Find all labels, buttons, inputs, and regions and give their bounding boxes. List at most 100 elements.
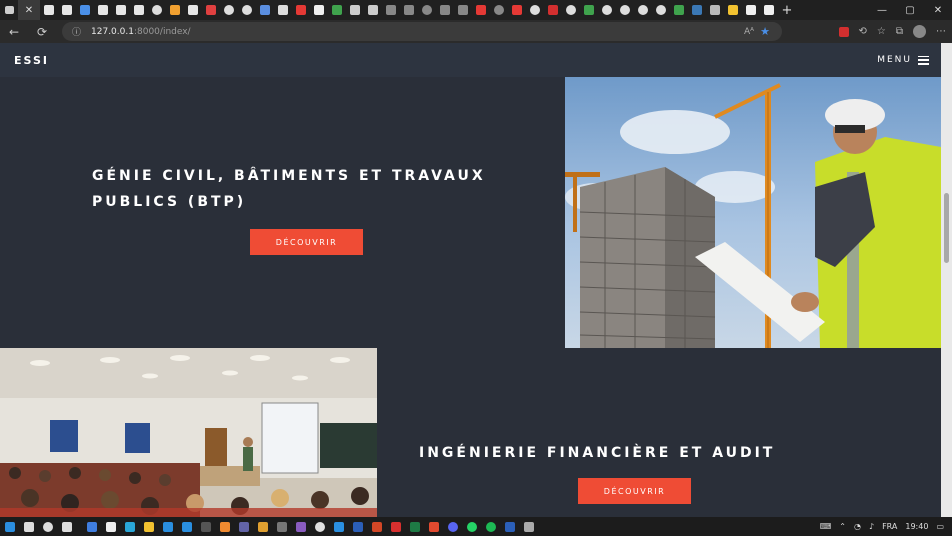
minimize-button[interactable]: — [868, 0, 896, 20]
powerpoint-icon[interactable] [367, 517, 386, 536]
search-icon[interactable] [220, 0, 238, 20]
more-options-icon[interactable]: ⋯ [936, 26, 946, 37]
profile-avatar-icon[interactable] [913, 25, 926, 38]
search-icon[interactable] [148, 0, 166, 20]
chevron-up-icon[interactable]: ⌃ [839, 522, 846, 531]
maximize-button[interactable]: ▢ [896, 0, 924, 20]
windows-start-icon[interactable] [0, 517, 19, 536]
python-icon[interactable] [688, 0, 706, 20]
vscode-icon[interactable] [158, 517, 177, 536]
teams-icon[interactable] [234, 517, 253, 536]
store-icon[interactable] [329, 517, 348, 536]
acrobat-icon[interactable] [386, 517, 405, 536]
python-icon[interactable] [724, 0, 742, 20]
search-icon[interactable] [634, 0, 652, 20]
scrollbar-thumb[interactable] [944, 193, 949, 263]
file-explorer-icon[interactable] [139, 517, 158, 536]
leaf-icon[interactable] [328, 0, 346, 20]
whatsapp-icon[interactable] [462, 517, 481, 536]
task-view-icon[interactable] [57, 517, 76, 536]
menu-button[interactable]: MENU [877, 55, 929, 65]
youtube-icon[interactable] [472, 0, 490, 20]
flame-icon[interactable] [166, 0, 184, 20]
app-icon[interactable] [272, 517, 291, 536]
new-tab-button[interactable]: + [778, 0, 796, 20]
search-icon[interactable] [652, 0, 670, 20]
page-icon[interactable] [184, 0, 202, 20]
collections-icon[interactable]: ⧉ [896, 26, 903, 37]
network-icon[interactable]: ◔ [854, 522, 861, 531]
leaf-icon[interactable] [580, 0, 598, 20]
visual-studio-icon[interactable] [291, 517, 310, 536]
active-tab[interactable]: ✕ [18, 0, 40, 20]
page-icon[interactable] [40, 0, 58, 20]
chrome-icon[interactable] [310, 517, 329, 536]
remote-desktop-icon[interactable] [519, 517, 538, 536]
globe-icon[interactable] [418, 0, 436, 20]
search-icon[interactable] [526, 0, 544, 20]
notifications-icon[interactable]: ▭ [936, 522, 944, 531]
close-tab-icon[interactable]: ✕ [25, 5, 33, 16]
clock[interactable]: 19:40 [905, 522, 928, 531]
page-icon[interactable] [346, 0, 364, 20]
close-window-button[interactable]: ✕ [924, 0, 952, 20]
read-aloud-icon[interactable]: Aᴬ [744, 27, 754, 37]
back-button[interactable]: ← [0, 20, 28, 43]
spotify-icon[interactable] [481, 517, 500, 536]
search-icon[interactable] [238, 0, 256, 20]
search-icon[interactable] [598, 0, 616, 20]
slack-icon[interactable] [253, 517, 272, 536]
leaf-icon[interactable] [670, 0, 688, 20]
mail-icon[interactable] [177, 517, 196, 536]
brand-logo[interactable]: ESSI [14, 54, 49, 67]
youtube-icon[interactable] [292, 0, 310, 20]
page-icon[interactable] [58, 0, 76, 20]
site-info-icon[interactable]: ⓘ [72, 25, 81, 38]
page-icon[interactable] [400, 0, 418, 20]
volume-icon[interactable]: ♪ [869, 522, 874, 531]
speaker-icon[interactable] [274, 0, 292, 20]
word-icon[interactable] [310, 0, 328, 20]
extension-icon[interactable] [838, 26, 849, 37]
extensions-icon[interactable]: ⟲ [859, 26, 867, 37]
translate-icon[interactable] [256, 0, 274, 20]
edge-icon[interactable] [120, 517, 139, 536]
medium-icon[interactable] [742, 0, 760, 20]
search-icon[interactable] [19, 517, 38, 536]
language-indicator[interactable]: FRA [882, 522, 897, 531]
refresh-button[interactable]: ⟳ [28, 20, 56, 43]
word-icon[interactable] [348, 517, 367, 536]
terminal-icon[interactable] [196, 517, 215, 536]
discord-icon[interactable] [443, 517, 462, 536]
favorite-star-icon[interactable]: ★ [760, 25, 770, 38]
page-icon[interactable] [94, 0, 112, 20]
medium-icon[interactable] [760, 0, 778, 20]
cortana-icon[interactable] [38, 517, 57, 536]
globe-icon[interactable] [490, 0, 508, 20]
page-icon[interactable] [112, 0, 130, 20]
page-icon[interactable] [436, 0, 454, 20]
page-icon[interactable] [454, 0, 472, 20]
shield-icon[interactable] [82, 517, 101, 536]
grid-icon[interactable] [706, 0, 724, 20]
search-icon[interactable] [562, 0, 580, 20]
excel-icon[interactable] [405, 517, 424, 536]
url-field[interactable]: ⓘ 127.0.0.1 :8000/index/ Aᴬ ★ [62, 22, 782, 41]
keyboard-icon[interactable]: ⌨ [820, 522, 832, 531]
page-icon[interactable] [364, 0, 382, 20]
github-icon[interactable] [101, 517, 120, 536]
decouvrir-button-finance[interactable]: DÉCOUVRIR [578, 478, 691, 504]
page-scrollbar[interactable] [941, 43, 952, 517]
word-icon[interactable] [500, 517, 519, 536]
search-icon[interactable] [616, 0, 634, 20]
page-icon[interactable] [130, 0, 148, 20]
favorites-icon[interactable]: ☆ [877, 26, 886, 37]
page-icon[interactable] [382, 0, 400, 20]
decouvrir-button-btp[interactable]: DÉCOUVRIR [250, 229, 363, 255]
pdf-icon[interactable] [202, 0, 220, 20]
folder-icon[interactable] [76, 0, 94, 20]
tab-actions-icon[interactable] [0, 0, 18, 20]
git-icon[interactable] [424, 517, 443, 536]
youtube-icon[interactable] [508, 0, 526, 20]
j-icon[interactable] [544, 0, 562, 20]
